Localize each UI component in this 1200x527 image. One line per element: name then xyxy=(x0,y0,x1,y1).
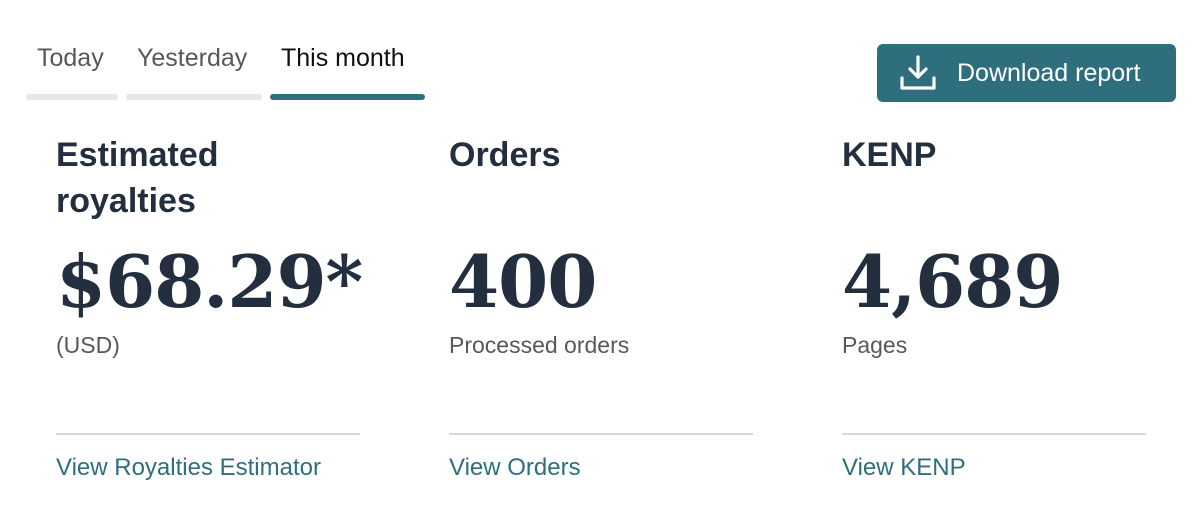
metric-title: Estimated royalties xyxy=(56,136,219,220)
download-report-button[interactable]: Download report xyxy=(877,44,1176,102)
tab-yesterday-label: Yesterday xyxy=(137,44,248,72)
tab-today-underline xyxy=(26,94,118,100)
tab-today-label: Today xyxy=(37,44,104,72)
metric-title: Orders xyxy=(449,136,561,174)
date-range-tabs: Today Yesterday This month xyxy=(26,40,433,100)
metric-orders: Orders 400 Processed orders View Orders xyxy=(449,132,753,481)
tab-yesterday-underline xyxy=(126,94,262,100)
divider xyxy=(56,433,360,435)
view-orders-link[interactable]: View Orders xyxy=(449,454,581,482)
metric-subtext: Pages xyxy=(842,332,908,358)
view-kenp-link[interactable]: View KENP xyxy=(842,454,966,482)
download-icon xyxy=(899,54,937,92)
view-royalties-estimator-link[interactable]: View Royalties Estimator xyxy=(56,454,321,482)
metric-title: KENP xyxy=(842,136,937,174)
tab-today[interactable]: Today xyxy=(26,40,118,100)
tab-this-month-underline xyxy=(270,94,425,100)
metric-kenp: KENP 4,689 Pages View KENP xyxy=(842,132,1146,481)
metric-subtext: Processed orders xyxy=(449,332,630,358)
divider xyxy=(449,433,753,435)
metric-value: 400 xyxy=(449,239,597,324)
metric-value: $68.29* xyxy=(56,239,363,324)
tab-this-month-label: This month xyxy=(281,44,405,72)
divider xyxy=(842,433,1146,435)
metric-estimated-royalties: Estimated royalties $68.29* (USD) View R… xyxy=(56,132,363,481)
metric-value: 4,689 xyxy=(842,239,1063,324)
download-report-label: Download report xyxy=(957,58,1141,87)
tab-yesterday[interactable]: Yesterday xyxy=(126,40,262,100)
tab-this-month[interactable]: This month xyxy=(270,40,425,100)
metric-subtext: (USD) xyxy=(56,332,120,358)
